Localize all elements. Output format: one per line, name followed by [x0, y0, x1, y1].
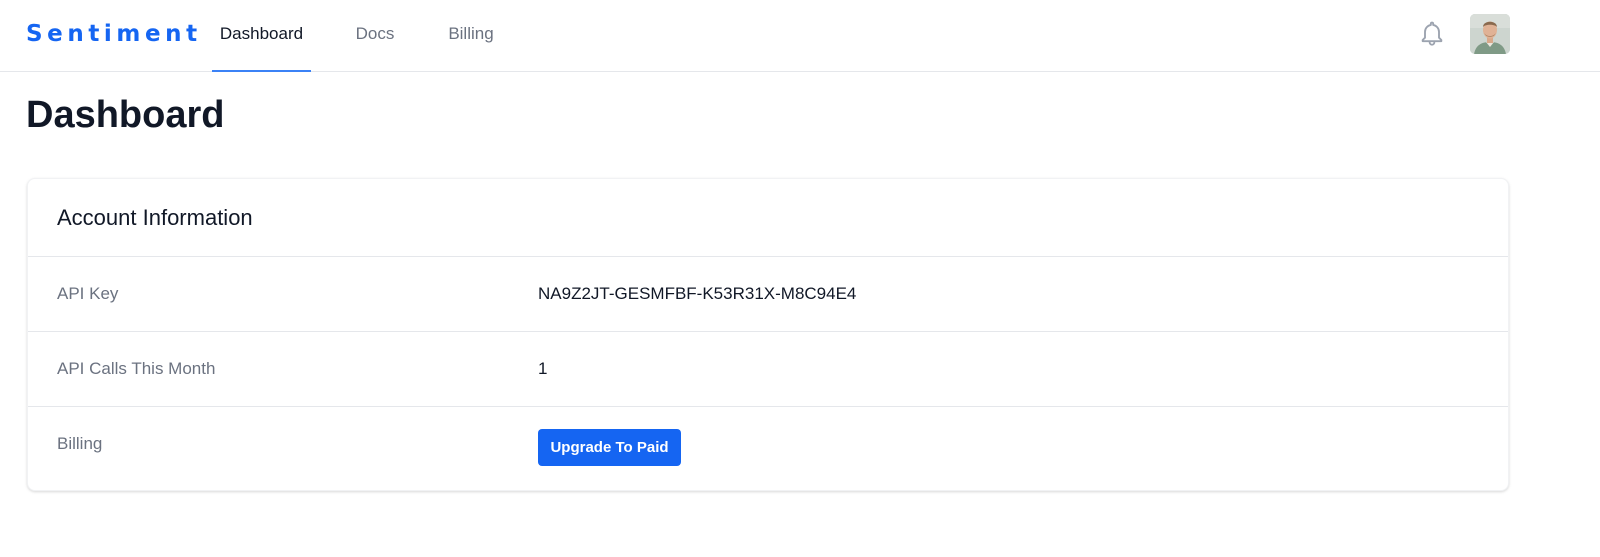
api-calls-value: 1: [538, 359, 548, 378]
billing-label: Billing: [57, 434, 103, 453]
api-key-label: API Key: [57, 284, 119, 303]
user-avatar[interactable]: [1470, 14, 1510, 54]
tab-billing[interactable]: Billing: [440, 0, 502, 72]
page-title: Dashboard: [26, 94, 225, 136]
card-header: Account Information: [28, 179, 1508, 257]
bell-icon[interactable]: [1418, 18, 1446, 48]
brand-logo[interactable]: Sentiment: [26, 19, 202, 49]
card-title: Account Information: [57, 205, 253, 230]
upgrade-to-paid-button[interactable]: Upgrade To Paid: [538, 429, 681, 466]
tab-dashboard[interactable]: Dashboard: [212, 0, 311, 72]
account-information-card: Account Information API Key NA9Z2JT-GESM…: [27, 178, 1509, 491]
api-key-row: API Key NA9Z2JT-GESMFBF-K53R31X-M8C94E4: [28, 257, 1508, 332]
top-nav: Sentiment Dashboard Docs Billing: [0, 0, 1600, 72]
api-calls-row: API Calls This Month 1: [28, 332, 1508, 407]
api-calls-label: API Calls This Month: [57, 359, 216, 378]
tab-docs[interactable]: Docs: [344, 0, 406, 72]
api-key-value: NA9Z2JT-GESMFBF-K53R31X-M8C94E4: [538, 284, 857, 303]
billing-row: Billing Upgrade To Paid: [28, 407, 1508, 492]
